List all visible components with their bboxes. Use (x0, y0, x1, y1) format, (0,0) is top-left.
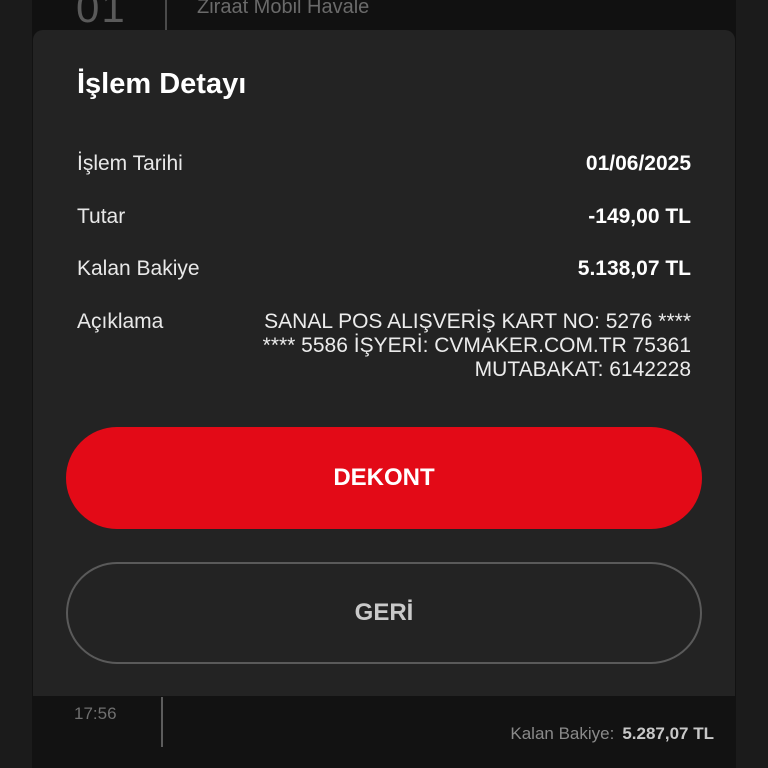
description-line: MUTABAKAT: 6142228 (474, 358, 691, 381)
screen: 01 Ziraat Mobil Havale 17:56 Kalan Bakiy… (0, 0, 768, 768)
transaction-detail-modal: İşlem Detayı İşlem Tarihi 01/06/2025 Tut… (33, 30, 735, 696)
detail-label: Kalan Bakiye (77, 257, 200, 280)
back-button[interactable]: GERİ (66, 562, 702, 664)
detail-label: Tutar (77, 205, 126, 228)
divider-line (165, 0, 167, 34)
detail-label: İşlem Tarihi (77, 152, 183, 175)
description-text: SANAL POS ALIŞVERİŞ KART NO: 5276 **** *… (211, 310, 691, 382)
detail-value: -149,00 TL (588, 205, 691, 228)
transaction-day: 01 (76, 0, 127, 31)
transaction-time: 17:56 (74, 704, 117, 723)
receipt-button[interactable]: DEKONT (66, 427, 702, 529)
transaction-remaining-balance: Kalan Bakiye: 5.287,07 TL (510, 724, 714, 744)
detail-value: 5.138,07 TL (577, 257, 691, 280)
balance-value: 5.287,07 TL (622, 724, 714, 743)
balance-label: Kalan Bakiye: (510, 724, 615, 743)
detail-value: 01/06/2025 (585, 152, 691, 175)
description-line: **** 5586 İŞYERİ: CVMAKER.COM.TR 75361 (262, 334, 691, 357)
modal-title: İşlem Detayı (77, 68, 247, 100)
description-line: SANAL POS ALIŞVERİŞ KART NO: 5276 **** (264, 310, 691, 333)
transaction-title: Ziraat Mobil Havale (197, 0, 370, 18)
detail-label: Açıklama (77, 310, 164, 333)
divider-line (161, 697, 163, 747)
